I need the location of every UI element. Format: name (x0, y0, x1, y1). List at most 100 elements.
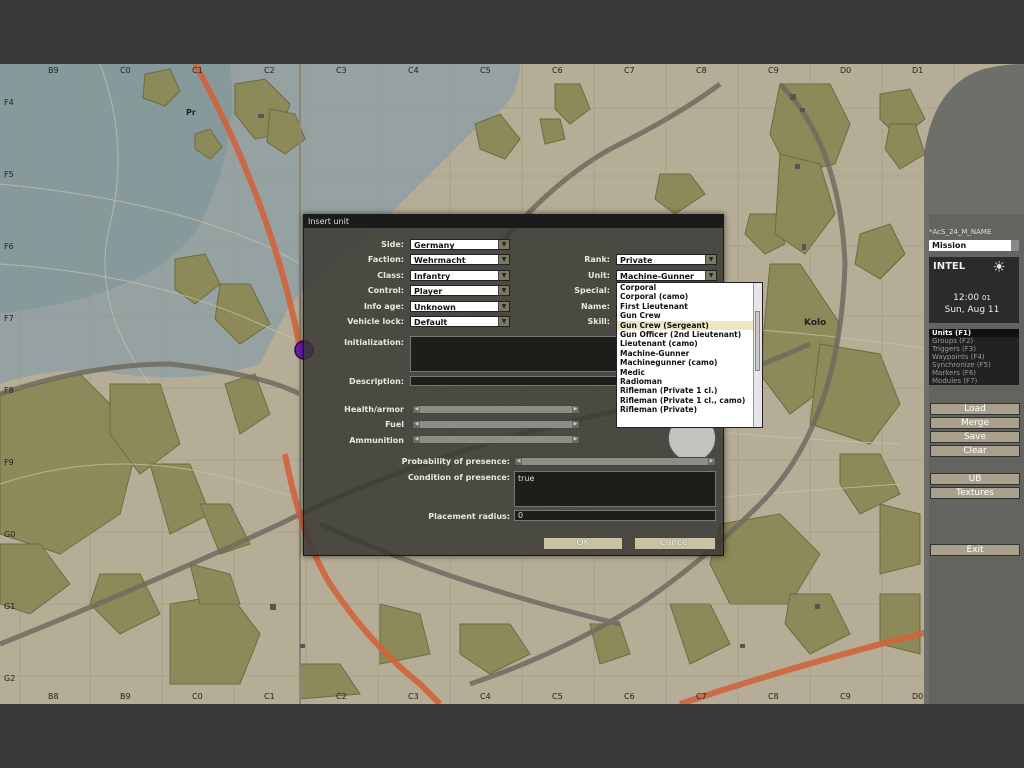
dropdown-item[interactable]: Machinegunner (camo) (617, 358, 762, 367)
rank-value: Private (620, 256, 653, 265)
grid-label: G2 (4, 674, 16, 683)
chevron-down-icon: ▼ (498, 271, 509, 280)
dropdown-item[interactable]: Corporal (camo) (617, 292, 762, 301)
probability-label: Probability of presence: (401, 457, 510, 466)
grid-label: F5 (4, 170, 14, 179)
grid-top-labels: B9 C0 C1 C2 C3 C4 C5 C6 C7 C8 C9 D0 D1 (0, 66, 924, 76)
mode-item-waypoints[interactable]: Waypoints (F4) (929, 353, 1019, 361)
grid-label: B8 (48, 692, 59, 701)
placement-field[interactable]: 0 (514, 510, 716, 521)
mission-mode-select[interactable]: Mission (929, 240, 1019, 251)
special-label: Special: (574, 286, 610, 295)
grid-label: C5 (480, 66, 491, 75)
arrow-left-icon: ◀ (515, 458, 522, 465)
dropdown-item[interactable]: Rifleman (Private 1 cl.) (617, 386, 762, 395)
chevron-down-icon: ▼ (705, 255, 716, 264)
mode-item-groups[interactable]: Groups (F2) (929, 337, 1019, 345)
save-button[interactable]: Save (930, 431, 1020, 443)
grid-label: C7 (624, 66, 635, 75)
probability-slider[interactable]: ◀ ▶ (514, 457, 716, 466)
intel-time-value: 12:00 (953, 293, 980, 303)
bottom-letterbox (0, 704, 1024, 768)
dropdown-item[interactable]: Machine-Gunner (617, 349, 762, 358)
intel-box[interactable]: INTEL ☀ 12:00 01 Sun, Aug 11 (929, 257, 1019, 323)
side-select[interactable]: Germany ▼ (410, 239, 510, 250)
dropdown-item[interactable]: Rifleman (Private 1 cl., camo) (617, 396, 762, 405)
fuel-slider[interactable]: ◀ ▶ (412, 420, 580, 429)
mode-item-synchronize[interactable]: Synchronize (F5) (929, 361, 1019, 369)
mission-mode-value: Mission (932, 241, 967, 250)
grid-label: C4 (408, 66, 419, 75)
dropdown-item[interactable]: Gun Crew (617, 311, 762, 320)
class-select[interactable]: Infantry ▼ (410, 270, 510, 281)
rank-label: Rank: (584, 255, 610, 264)
grid-label: C8 (768, 692, 779, 701)
unit-select[interactable]: Machine-Gunner ▼ (616, 270, 717, 281)
grid-label: C2 (336, 692, 347, 701)
mode-item-modules[interactable]: Modules (F7) (929, 377, 1019, 385)
exit-button[interactable]: Exit (930, 544, 1020, 556)
grid-label: F4 (4, 98, 14, 107)
chevron-down-icon: ▼ (705, 271, 716, 280)
rank-select[interactable]: Private ▼ (616, 254, 717, 265)
vehicle-lock-select[interactable]: Default ▼ (410, 316, 510, 327)
grid-label: D0 (912, 692, 924, 701)
dropdown-item[interactable]: Rifleman (Private) (617, 405, 762, 414)
grid-label: D0 (840, 66, 852, 75)
mode-item-units[interactable]: Units (F1) (929, 329, 1019, 337)
editor-mode-list[interactable]: Units (F1) Groups (F2) Triggers (F3) Way… (929, 329, 1019, 385)
dropdown-item[interactable]: Lieutenant (camo) (617, 339, 762, 348)
dropdown-item[interactable]: First Lieutenant (617, 302, 762, 311)
faction-select[interactable]: Wehrmacht ▼ (410, 254, 510, 265)
grid-label: D1 (912, 66, 924, 75)
health-slider[interactable]: ◀ ▶ (412, 405, 580, 414)
dropdown-item[interactable]: Radioman (617, 377, 762, 386)
grid-bottom-labels: B8 B9 C0 C1 C2 C3 C4 C5 C6 C7 C8 C9 D0 (0, 692, 924, 702)
clear-button[interactable]: Clear (930, 445, 1020, 457)
dropdown-item[interactable]: Gun Officer (2nd Lieutenant) (617, 330, 762, 339)
mode-item-triggers[interactable]: Triggers (F3) (929, 345, 1019, 353)
grid-label: C2 (264, 66, 275, 75)
scrollbar-thumb[interactable] (755, 311, 760, 371)
load-button[interactable]: Load (930, 403, 1020, 415)
dropdown-item[interactable]: Medic (617, 368, 762, 377)
unit-dropdown-list[interactable]: Corporal Corporal (camo) First Lieutenan… (616, 282, 763, 428)
description-label: Description: (349, 377, 404, 386)
ammo-slider[interactable]: ◀ ▶ (412, 435, 580, 444)
faction-value: Wehrmacht (414, 256, 466, 265)
grid-label: F6 (4, 242, 14, 251)
grid-label: C0 (192, 692, 203, 701)
grid-label: C3 (408, 692, 419, 701)
intel-time: 12:00 01 (929, 293, 1015, 303)
dropdown-item[interactable]: Corporal (617, 283, 762, 292)
unit-label: Unit: (588, 271, 610, 280)
ok-button[interactable]: OK (543, 537, 623, 550)
merge-button[interactable]: Merge (930, 417, 1020, 429)
grid-label: C6 (552, 66, 563, 75)
side-label: Side: (381, 240, 404, 249)
chevron-down-icon: ▼ (498, 255, 509, 264)
arrow-left-icon: ◀ (413, 421, 420, 428)
condition-field[interactable]: true (514, 471, 716, 507)
grid-label: F8 (4, 386, 14, 395)
ub-button[interactable]: UB (930, 473, 1020, 485)
ammo-label: Ammunition (349, 436, 404, 445)
arrow-right-icon: ▶ (572, 421, 579, 428)
skill-label: Skill: (587, 317, 610, 326)
dropdown-item-highlighted[interactable]: Gun Crew (Sergeant) (617, 320, 762, 330)
grid-label: B9 (120, 692, 131, 701)
cancel-button[interactable]: Cancel (634, 537, 716, 550)
control-select[interactable]: Player ▼ (410, 285, 510, 296)
chevron-down-icon: ▼ (498, 317, 509, 326)
info-age-select[interactable]: Unknown ▼ (410, 301, 510, 312)
dropdown-scrollbar[interactable] (753, 283, 762, 427)
initialization-label: Initialization: (344, 338, 404, 347)
condition-label: Condition of presence: (407, 473, 510, 482)
intel-date: Sun, Aug 11 (944, 305, 1000, 315)
textures-button[interactable]: Textures (930, 487, 1020, 499)
grid-label: F7 (4, 314, 14, 323)
chevron-down-icon: ▼ (498, 302, 509, 311)
grid-label: C8 (696, 66, 707, 75)
mode-item-markers[interactable]: Markers (F6) (929, 369, 1019, 377)
grid-left-labels: F4 F5 F6 F7 F8 F9 G0 G1 G2 (4, 64, 24, 704)
